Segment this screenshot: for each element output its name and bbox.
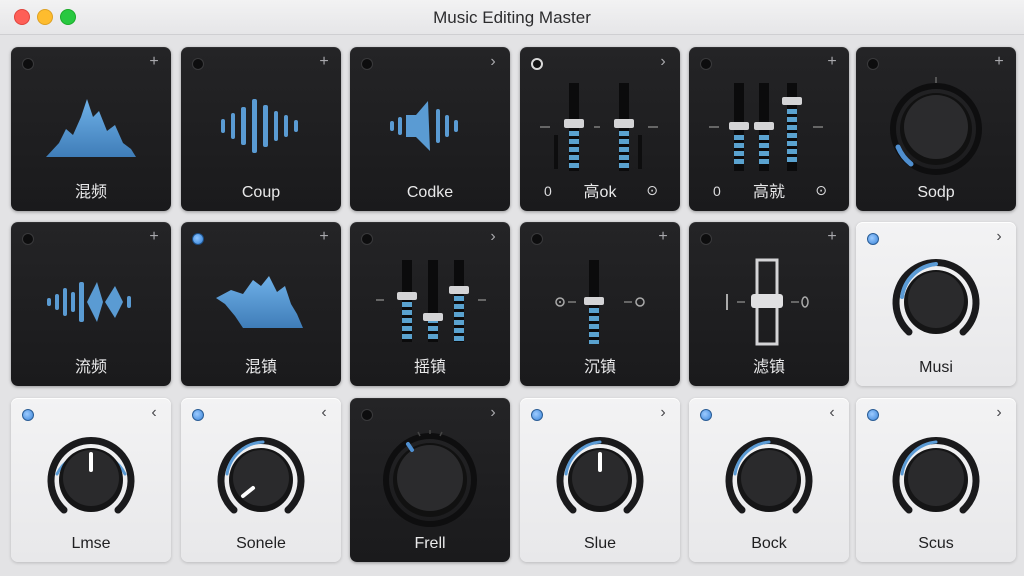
dual-fader-module-tile[interactable]: › 0 ⊙ 高ok: [520, 47, 680, 211]
triple-fader-module-tile[interactable]: + 0 ⊙ 高就: [689, 47, 849, 211]
frell-knob-tile[interactable]: › Frell: [350, 398, 510, 562]
stream-module-tile[interactable]: + 流频: [11, 222, 171, 386]
tile-label: Musi: [919, 359, 953, 376]
title-bar: Music Editing Master: [0, 0, 1024, 35]
bock-knob-tile[interactable]: ‹ Bock: [689, 398, 849, 562]
waveform-module-tile[interactable]: + 混频: [11, 47, 171, 211]
filter-fader-tile[interactable]: + 滤镇: [689, 222, 849, 386]
musi-knob-tile[interactable]: › Musi: [856, 222, 1016, 386]
tile-label: Coup: [241, 184, 281, 201]
sodp-knob-tile[interactable]: + Sodp: [856, 47, 1016, 211]
tile-label: 混频: [74, 184, 107, 201]
codke-module-tile[interactable]: › Codke: [350, 47, 510, 211]
window-title: Music Editing Master: [433, 8, 591, 27]
scus-knob-tile[interactable]: › Scus: [856, 398, 1016, 562]
tile-label: Sodp: [917, 184, 955, 201]
tile-label: 高ok: [583, 184, 617, 201]
tile-label: 滤镇: [752, 359, 785, 376]
shake-fader-tile[interactable]: › 摇镇: [350, 222, 510, 386]
tile-label: 高就: [752, 184, 785, 201]
sink-fader-tile[interactable]: + 沉镇: [520, 222, 680, 386]
tile-label: Lmse: [71, 535, 111, 552]
tile-label: Sonele: [236, 535, 286, 552]
tile-label: 混镇: [244, 359, 277, 376]
tile-label: Codke: [406, 184, 454, 201]
tile-label: Frell: [414, 535, 446, 552]
app-window: Music Editing Master + 混频 + Coup › Codke…: [0, 0, 1024, 576]
coup-module-tile[interactable]: + Coup: [181, 47, 341, 211]
tile-label: 摇镇: [413, 359, 446, 376]
sonele-knob-tile[interactable]: ‹ Sonele: [181, 398, 341, 562]
tile-label: Slue: [583, 535, 617, 552]
lmse-knob-tile[interactable]: ‹ Lmse: [11, 398, 171, 562]
tile-label: 流频: [74, 359, 107, 376]
tile-label: Scus: [918, 535, 954, 552]
tile-label: 沉镇: [583, 359, 616, 376]
tile-label: Bock: [751, 535, 787, 552]
slue-knob-tile[interactable]: › Slue: [520, 398, 680, 562]
mix-module-tile[interactable]: + 混镇: [181, 222, 341, 386]
